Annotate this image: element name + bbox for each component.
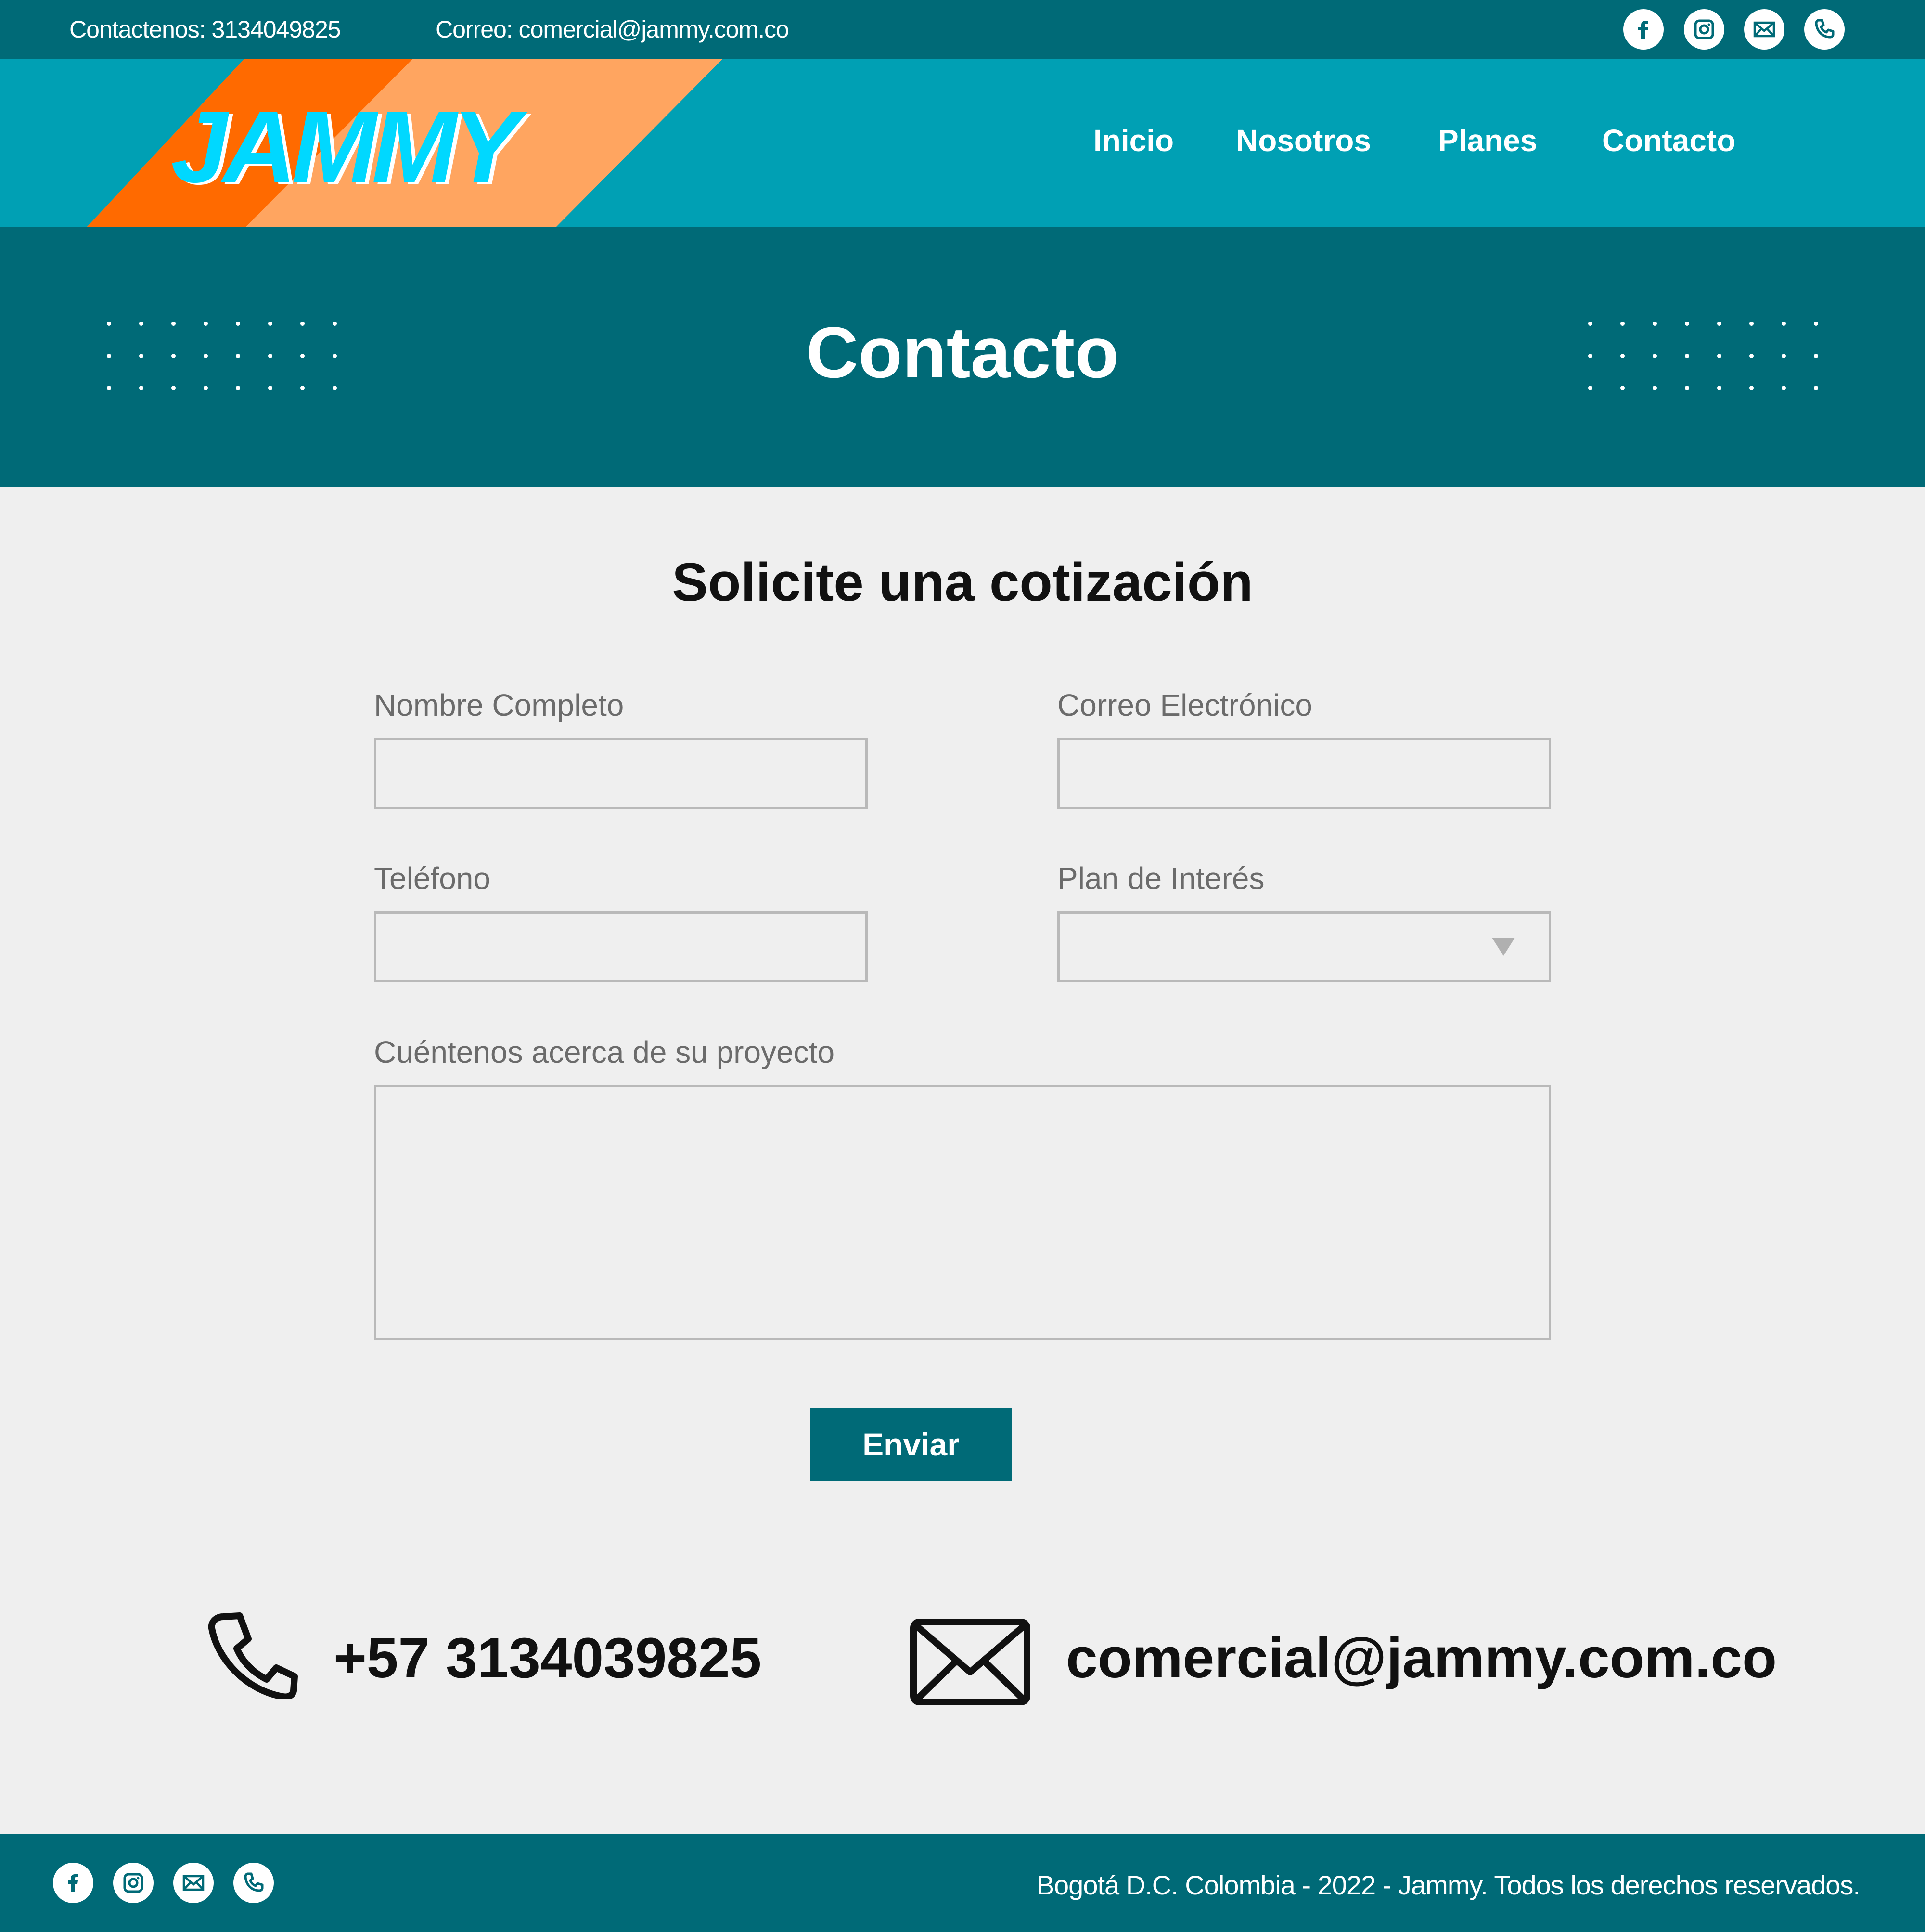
send-button[interactable]: Enviar bbox=[810, 1408, 1012, 1481]
decorative-dot bbox=[1749, 386, 1754, 390]
envelope-icon bbox=[910, 1619, 1030, 1705]
page-title: Contacto bbox=[806, 312, 1119, 393]
logo[interactable]: JAMMY bbox=[0, 59, 770, 227]
decorative-dot bbox=[1588, 322, 1592, 326]
name-input[interactable] bbox=[374, 738, 868, 809]
email-input[interactable] bbox=[1057, 738, 1551, 809]
form-title: Solicite una cotización bbox=[672, 552, 1253, 612]
decorative-dot bbox=[1685, 322, 1689, 326]
decorative-dot bbox=[1782, 354, 1786, 358]
contact-phone[interactable]: +57 3134039825 bbox=[334, 1624, 761, 1692]
decorative-dot bbox=[1685, 354, 1689, 358]
decorative-dot bbox=[1620, 322, 1625, 326]
phone-label: Teléfono bbox=[374, 861, 490, 896]
name-label: Nombre Completo bbox=[374, 688, 624, 722]
phone-icon[interactable] bbox=[233, 1863, 274, 1903]
nav-link-inicio[interactable]: Inicio bbox=[1093, 121, 1174, 160]
email-label: Correo Electrónico bbox=[1057, 688, 1312, 722]
decorative-dot bbox=[1782, 322, 1786, 326]
project-label: Cuéntenos acerca de su proyecto bbox=[374, 1035, 835, 1069]
top-bar: Contactenos: 3134049825 Correo: comercia… bbox=[0, 0, 1925, 59]
decorative-dot bbox=[1717, 386, 1721, 390]
decorative-dot bbox=[1685, 386, 1689, 390]
decorative-dot bbox=[1749, 354, 1754, 358]
decorative-dot bbox=[1653, 354, 1657, 358]
project-textarea[interactable] bbox=[374, 1085, 1551, 1340]
facebook-icon[interactable] bbox=[1623, 9, 1664, 50]
phone-icon bbox=[208, 1612, 298, 1699]
phone-input[interactable] bbox=[374, 911, 868, 982]
decorative-dot bbox=[1814, 322, 1818, 326]
decorative-dot bbox=[1588, 354, 1592, 358]
decorative-dot bbox=[1814, 386, 1818, 390]
decorative-dot bbox=[1814, 354, 1818, 358]
topbar-email[interactable]: Correo: comercial@jammy.com.co bbox=[436, 14, 789, 44]
topbar-phone[interactable]: Contactenos: 3134049825 bbox=[69, 14, 341, 44]
decorative-dot bbox=[1620, 386, 1625, 390]
decorative-dot bbox=[1749, 322, 1754, 326]
decorative-dot bbox=[1653, 322, 1657, 326]
plan-label: Plan de Interés bbox=[1057, 861, 1265, 896]
phone-icon[interactable] bbox=[1804, 9, 1845, 50]
decorative-dot bbox=[1588, 386, 1592, 390]
decorative-dot bbox=[1717, 354, 1721, 358]
instagram-icon[interactable] bbox=[1684, 9, 1724, 50]
nav-link-planes[interactable]: Planes bbox=[1438, 121, 1537, 160]
logo-text: JAMMY bbox=[171, 90, 520, 204]
decorative-dot bbox=[1717, 322, 1721, 326]
nav-link-contacto[interactable]: Contacto bbox=[1602, 121, 1735, 160]
contact-email[interactable]: comercial@jammy.com.co bbox=[1066, 1624, 1777, 1692]
hero-banner: Contacto bbox=[0, 227, 1925, 487]
decorative-dot bbox=[1653, 386, 1657, 390]
navbar: JAMMY Inicio Nosotros Planes Contacto bbox=[0, 59, 1925, 227]
plan-select[interactable] bbox=[1057, 911, 1551, 982]
decorative-dot bbox=[1620, 354, 1625, 358]
facebook-icon[interactable] bbox=[53, 1863, 93, 1903]
mail-icon[interactable] bbox=[173, 1863, 214, 1903]
instagram-icon[interactable] bbox=[113, 1863, 154, 1903]
decorative-dot bbox=[1782, 386, 1786, 390]
copyright-text: Bogotá D.C. Colombia - 2022 - Jammy. Tod… bbox=[1036, 1870, 1861, 1900]
mail-icon[interactable] bbox=[1744, 9, 1784, 50]
chevron-down-icon bbox=[1492, 938, 1515, 956]
nav-link-nosotros[interactable]: Nosotros bbox=[1236, 121, 1371, 160]
footer: Bogotá D.C. Colombia - 2022 - Jammy. Tod… bbox=[0, 1834, 1925, 1932]
